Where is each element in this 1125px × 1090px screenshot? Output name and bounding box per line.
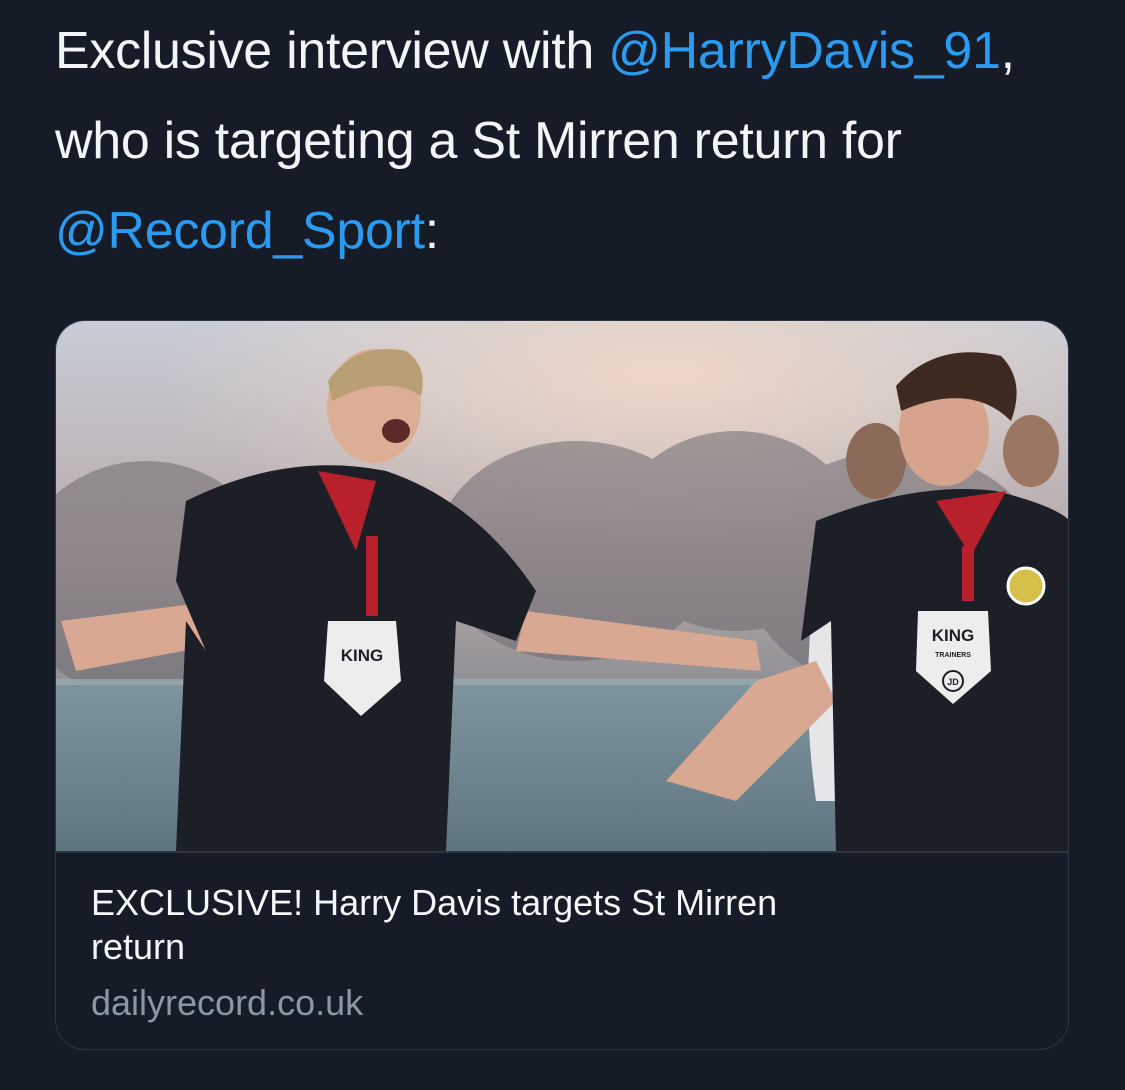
tweet-text-before: Exclusive interview with [55, 22, 609, 80]
link-preview-card[interactable]: KING KING TRAINERS JD EXCLUSIVE! Harry D… [55, 320, 1069, 1050]
kit-sponsor-text-left: KING [341, 646, 384, 665]
card-divider [56, 851, 1068, 853]
tweet-text: Exclusive interview with @HarryDavis_91,… [55, 6, 1095, 276]
tweet-text-after: : [424, 202, 439, 260]
mention-record-sport-link[interactable]: @Record_Sport [55, 202, 425, 260]
kit-sponsor-subtext-right: TRAINERS [935, 652, 971, 659]
kit-sponsor-mark-right: JD [947, 677, 959, 687]
mention-harry-davis-link[interactable]: @HarryDavis_91 [608, 22, 1001, 80]
kit-sponsor-text-right: KING [932, 626, 975, 645]
card-title[interactable]: EXCLUSIVE! Harry Davis targets St Mirren… [91, 881, 851, 969]
card-image[interactable]: KING KING TRAINERS JD [56, 321, 1069, 851]
card-domain: dailyrecord.co.uk [91, 982, 364, 1023]
